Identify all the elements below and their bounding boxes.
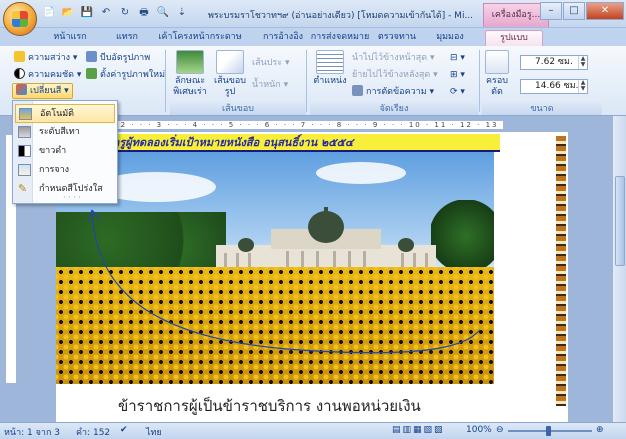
word-count[interactable]: คำ: 152 [76, 425, 110, 439]
menu-resize-grip[interactable]: · · · · [63, 193, 81, 202]
grayscale-icon [18, 126, 31, 138]
scroll-thumb[interactable] [615, 176, 625, 266]
recolor-blackwhite-item[interactable]: ขาวดำ [15, 142, 115, 161]
language-indicator[interactable]: ไทย [146, 425, 162, 439]
auto-icon [19, 108, 32, 120]
blackwhite-icon [18, 145, 31, 157]
pen-icon: ✎ [18, 182, 28, 195]
zoom-level[interactable]: 100% [466, 425, 492, 435]
office-button[interactable] [3, 2, 37, 36]
washout-icon [18, 164, 31, 176]
zoom-out-icon[interactable]: ⊖ [496, 425, 504, 435]
page-count[interactable]: หน้า: 1 จาก 3 [4, 425, 60, 439]
recolor-grayscale-item[interactable]: ระดับสีเทา [15, 123, 115, 142]
zoom-in-icon[interactable]: ⊕ [596, 425, 604, 435]
recolor-dropdown-menu: อัตโนมัติ ระดับสีเทา ขาวดำ การจาง ✎ กำหนด… [12, 100, 118, 204]
annotation-arrow [87, 209, 481, 354]
office-logo-icon [12, 11, 28, 27]
zoom-slider-knob[interactable] [546, 426, 551, 436]
status-bar: หน้า: 1 จาก 3 คำ: 152 ✔ ไทย ▤▥▦▧▨ 100% ⊖… [0, 422, 626, 439]
spelling-check-icon[interactable]: ✔ [120, 425, 128, 435]
recolor-washout-item[interactable]: การจาง [15, 161, 115, 180]
view-buttons[interactable]: ▤▥▦▧▨ [392, 425, 445, 435]
recolor-auto-item[interactable]: อัตโนมัติ [15, 104, 115, 123]
vertical-scrollbar[interactable] [612, 116, 626, 422]
